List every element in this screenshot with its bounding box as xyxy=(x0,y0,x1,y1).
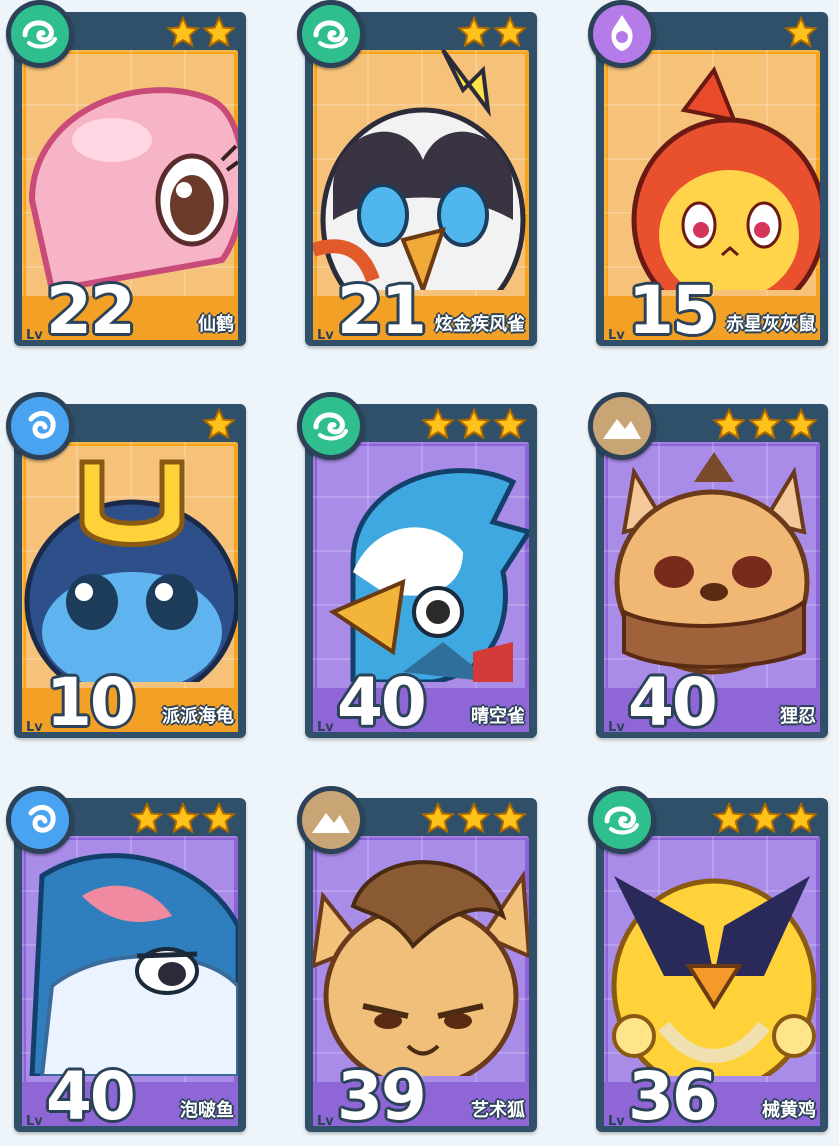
star-icon xyxy=(493,802,527,834)
sky-sparrow-portrait xyxy=(328,468,529,682)
level-number: 36 xyxy=(628,1058,718,1135)
star-icon xyxy=(166,16,200,48)
level-label: Lv xyxy=(26,1114,43,1129)
water-type-icon xyxy=(11,791,69,849)
level-number: 15 xyxy=(628,272,718,349)
earth-type-icon xyxy=(593,397,651,455)
earth-type-icon xyxy=(302,791,360,849)
level-label: Lv xyxy=(608,1114,625,1129)
star-icon xyxy=(202,16,236,48)
star-icon xyxy=(748,802,782,834)
wind-type-icon xyxy=(593,791,651,849)
pet-card-grid: Lv 22 仙鹤 Lv 21 炫金疾风雀 Lv 15 赤星灰灰鼠 Lv 10 派… xyxy=(0,0,839,1146)
star-icon xyxy=(712,802,746,834)
star-icon xyxy=(784,16,818,48)
star-rating xyxy=(130,802,236,838)
star-icon xyxy=(202,408,236,440)
wind-type-icon xyxy=(11,5,69,63)
level-number: 21 xyxy=(337,272,427,349)
pet-name: 械黄鸡 xyxy=(762,1100,816,1121)
star-icon xyxy=(130,802,164,834)
red-star-mouse-portrait xyxy=(631,65,820,290)
wind-type-icon xyxy=(302,5,360,63)
pet-name: 艺术狐 xyxy=(471,1100,525,1121)
star-icon xyxy=(748,408,782,440)
mech-chicken-portrait xyxy=(611,876,817,1076)
star-icon xyxy=(712,408,746,440)
golden-sparrow-portrait xyxy=(313,50,526,290)
pet-name: 派派海龟 xyxy=(162,706,234,727)
star-rating xyxy=(457,16,527,52)
type-badge xyxy=(297,786,365,854)
star-rating xyxy=(202,408,236,444)
pet-card[interactable]: Lv 36 械黄鸡 xyxy=(588,786,828,1134)
star-icon xyxy=(421,408,455,440)
level-number: 22 xyxy=(46,272,136,349)
pet-name: 炫金疾风雀 xyxy=(435,314,525,335)
sea-turtle-portrait xyxy=(24,459,238,682)
star-icon xyxy=(421,802,455,834)
pet-card[interactable]: Lv 40 泡啵鱼 xyxy=(6,786,246,1134)
pet-name: 仙鹤 xyxy=(198,314,234,335)
level-label: Lv xyxy=(317,720,334,735)
star-rating xyxy=(712,408,818,444)
illusion-type-icon xyxy=(593,5,651,63)
pet-card[interactable]: Lv 40 狸忍 xyxy=(588,392,828,740)
star-icon xyxy=(457,408,491,440)
pet-name: 晴空雀 xyxy=(471,706,525,727)
star-icon xyxy=(202,802,236,834)
level-number: 10 xyxy=(46,664,136,741)
type-badge xyxy=(588,392,656,460)
water-type-icon xyxy=(11,397,69,455)
level-number: 40 xyxy=(628,664,718,741)
star-icon xyxy=(457,16,491,48)
art-fox-portrait xyxy=(313,860,529,1076)
type-badge xyxy=(588,786,656,854)
bubble-fish-portrait xyxy=(29,853,238,1076)
star-icon xyxy=(784,408,818,440)
star-rating xyxy=(784,16,818,52)
pet-name: 泡啵鱼 xyxy=(180,1100,234,1121)
level-label: Lv xyxy=(317,328,334,343)
star-icon xyxy=(493,16,527,48)
type-badge xyxy=(6,392,74,460)
star-rating xyxy=(421,802,527,838)
pet-card[interactable]: Lv 40 晴空雀 xyxy=(297,392,537,740)
star-icon xyxy=(784,802,818,834)
level-label: Lv xyxy=(608,720,625,735)
level-number: 40 xyxy=(337,664,427,741)
raccoon-ninja-portrait xyxy=(614,452,810,675)
type-badge xyxy=(6,0,74,68)
pet-name: 狸忍 xyxy=(780,706,816,727)
level-label: Lv xyxy=(608,328,625,343)
star-icon xyxy=(166,802,200,834)
star-icon xyxy=(493,408,527,440)
pet-card[interactable]: Lv 15 赤星灰灰鼠 xyxy=(588,0,828,348)
level-number: 40 xyxy=(46,1058,136,1135)
pet-card[interactable]: Lv 21 炫金疾风雀 xyxy=(297,0,537,348)
wind-type-icon xyxy=(302,397,360,455)
level-label: Lv xyxy=(26,720,43,735)
level-label: Lv xyxy=(317,1114,334,1129)
pet-name: 赤星灰灰鼠 xyxy=(726,314,816,335)
type-badge xyxy=(588,0,656,68)
type-badge xyxy=(6,786,74,854)
pink-crane-portrait xyxy=(28,87,238,290)
pet-card[interactable]: Lv 10 派派海龟 xyxy=(6,392,246,740)
star-icon xyxy=(457,802,491,834)
star-rating xyxy=(166,16,236,52)
type-badge xyxy=(297,392,365,460)
level-label: Lv xyxy=(26,328,43,343)
star-rating xyxy=(712,802,818,838)
star-rating xyxy=(421,408,527,444)
type-badge xyxy=(297,0,365,68)
level-number: 39 xyxy=(337,1058,427,1135)
pet-card[interactable]: Lv 22 仙鹤 xyxy=(6,0,246,348)
pet-card[interactable]: Lv 39 艺术狐 xyxy=(297,786,537,1134)
